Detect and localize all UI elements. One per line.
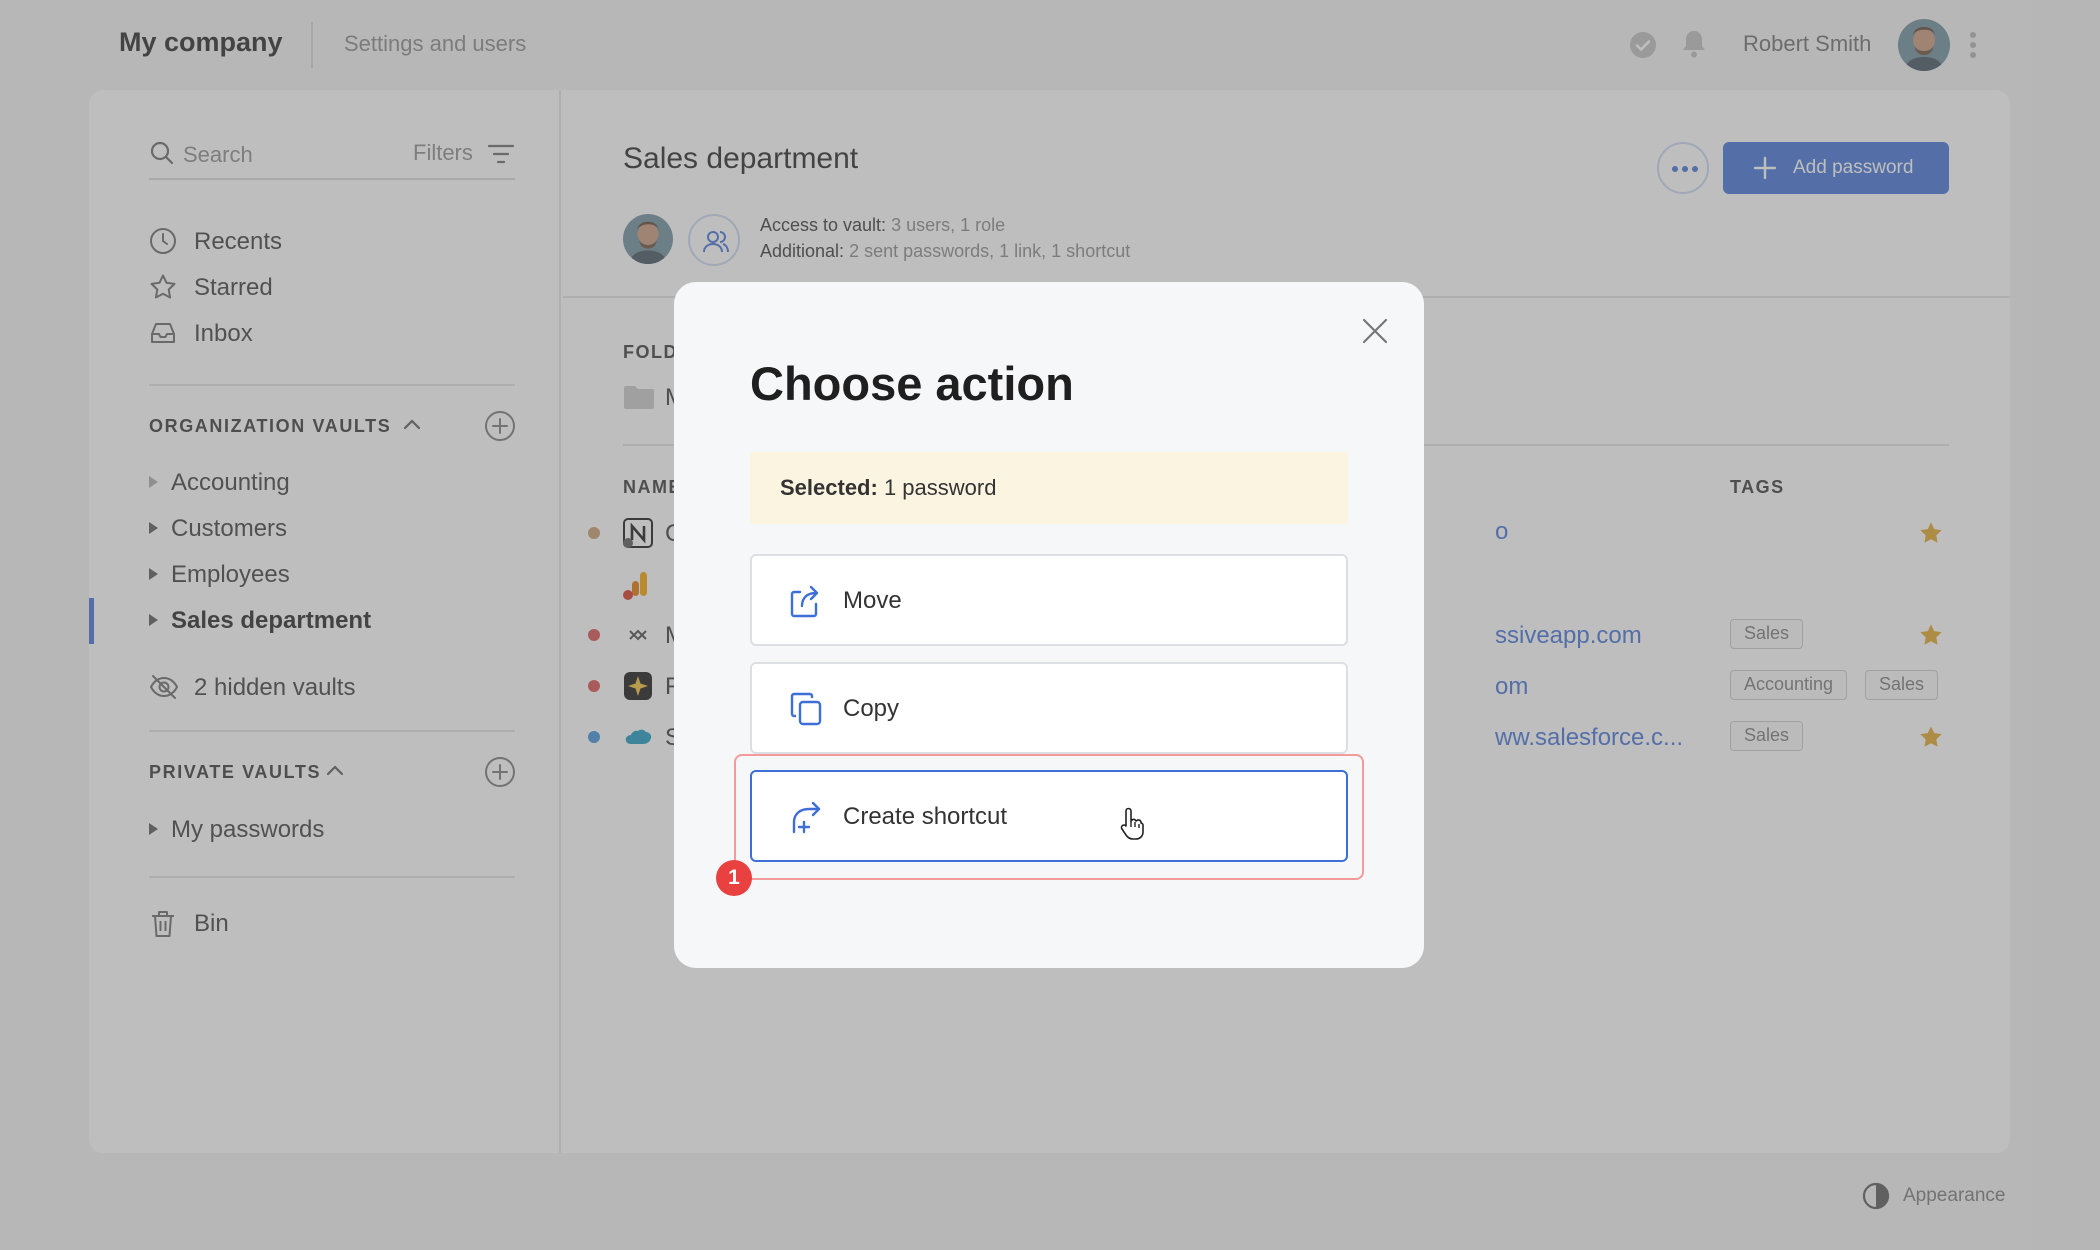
close-icon[interactable] bbox=[1360, 316, 1390, 346]
selected-value: 1 password bbox=[883, 475, 997, 500]
create-shortcut-label: Create shortcut bbox=[843, 803, 1008, 830]
move-button[interactable]: Move bbox=[750, 554, 1348, 646]
hand-pointer-cursor-icon bbox=[1118, 807, 1144, 841]
copy-label: Copy bbox=[843, 695, 900, 722]
selection-text: Selected: 1 password bbox=[780, 475, 996, 501]
selected-label: Selected: bbox=[780, 475, 878, 500]
move-label: Move bbox=[843, 587, 902, 614]
copy-button[interactable]: Copy bbox=[750, 662, 1348, 754]
selection-summary: Selected: 1 password bbox=[750, 452, 1348, 524]
dialog-title: Choose action bbox=[750, 357, 1074, 410]
shortcut-icon bbox=[792, 801, 821, 834]
copy-icon bbox=[790, 692, 822, 726]
choose-action-dialog: Choose action Selected: 1 password Move … bbox=[674, 282, 1424, 968]
create-shortcut-button[interactable]: Create shortcut bbox=[750, 770, 1348, 862]
move-icon bbox=[790, 585, 819, 618]
step-number-badge: 1 bbox=[716, 860, 752, 896]
